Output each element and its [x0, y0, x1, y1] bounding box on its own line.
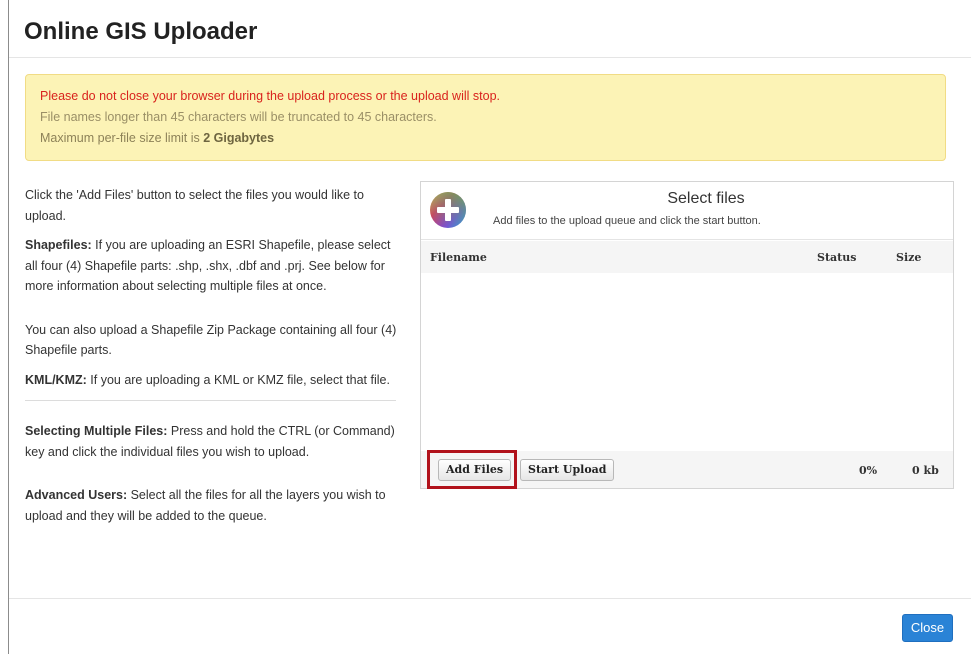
instructions-kml: KML/KMZ: If you are uploading a KML or K… — [25, 370, 401, 391]
alert-browser-warning: Please do not close your browser during … — [40, 89, 500, 103]
upload-percent: 0% — [859, 464, 878, 477]
dialog-title: Online GIS Uploader — [24, 18, 258, 45]
instructions-shapefiles: Shapefiles: If you are uploading an ESRI… — [25, 235, 401, 297]
alert-filename-note: File names longer than 45 characters wil… — [40, 110, 437, 124]
instructions-divider — [25, 400, 396, 401]
shapefiles-label: Shapefiles: — [25, 238, 92, 252]
warning-alert: Please do not close your browser during … — [25, 74, 946, 161]
add-plus-icon — [430, 192, 466, 228]
instructions-multiple: Selecting Multiple Files: Press and hold… — [25, 421, 401, 462]
instructions-intro: Click the 'Add Files' button to select t… — [25, 188, 364, 223]
multiple-label: Selecting Multiple Files: — [25, 424, 168, 438]
instructions-advanced: Advanced Users: Select all the files for… — [25, 485, 401, 526]
alert-size-limit: Maximum per-file size limit is 2 Gigabyt… — [40, 128, 931, 149]
instructions-panel: Click the 'Add Files' button to select t… — [25, 185, 401, 535]
uploader-subtitle: Add files to the upload queue and click … — [493, 215, 761, 227]
instructions-zip: You can also upload a Shapefile Zip Pack… — [25, 322, 397, 358]
column-filename: Filename — [430, 251, 487, 264]
uploader-header: Select files Add files to the upload que… — [421, 182, 953, 240]
uploader-footer: Add Files Start Upload 0% 0 kb — [421, 451, 953, 488]
alert-size-limit-value: 2 Gigabytes — [203, 131, 275, 145]
kml-label: KML/KMZ: — [25, 372, 87, 387]
dialog-header: Online GIS Uploader — [9, 0, 971, 58]
file-queue[interactable] — [421, 273, 953, 451]
file-uploader: Select files Add files to the upload que… — [420, 181, 954, 489]
start-upload-button[interactable]: Start Upload — [520, 459, 615, 481]
window-edge — [0, 0, 9, 654]
advanced-label: Advanced Users: — [25, 488, 128, 502]
uploader-title: Select files — [667, 190, 745, 207]
alert-size-limit-text: Maximum per-file size limit is — [40, 131, 204, 145]
kml-text: If you are uploading a KML or KMZ file, … — [86, 372, 390, 387]
column-status: Status — [817, 251, 857, 264]
add-files-button[interactable]: Add Files — [438, 459, 512, 481]
uploader-dialog: Online GIS Uploader Please do not close … — [9, 0, 971, 654]
close-button[interactable]: Close — [902, 614, 953, 642]
dialog-footer: Close — [9, 598, 971, 654]
column-size: Size — [896, 251, 922, 264]
upload-total-size: 0 kb — [912, 464, 939, 477]
file-list-header: Filename Status Size — [421, 241, 953, 273]
